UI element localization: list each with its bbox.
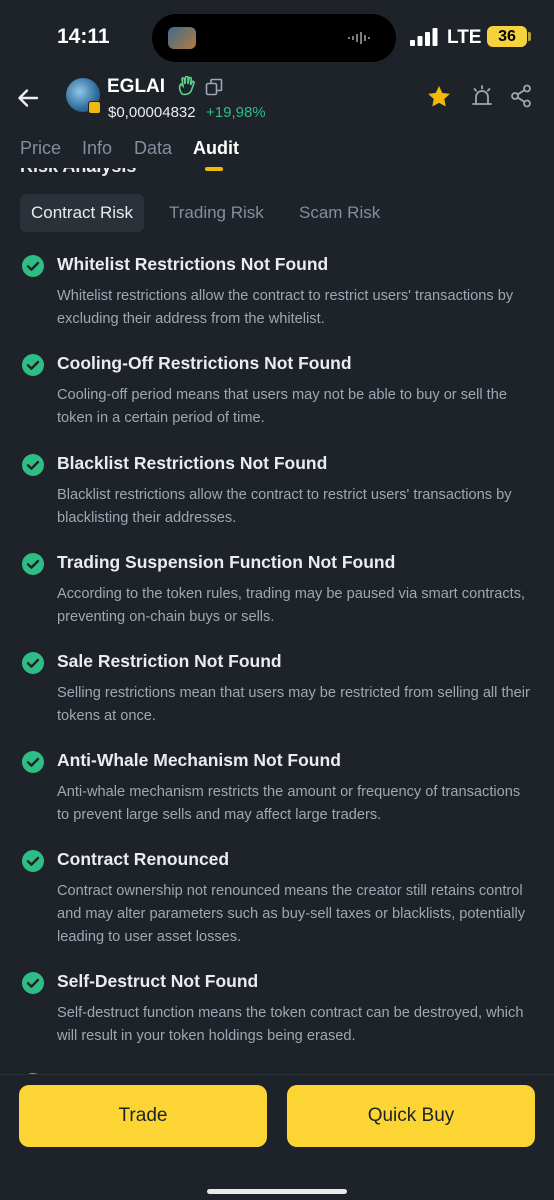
risk-description: Selling restrictions mean that users may… <box>57 685 530 724</box>
check-circle-icon <box>22 972 44 994</box>
quick-buy-button[interactable]: Quick Buy <box>287 1085 535 1147</box>
price-change: +19,98% <box>206 104 266 121</box>
risk-title: Cooling-Off Restrictions Not Found <box>57 353 352 373</box>
risk-description: Anti-whale mechanism restricts the amoun… <box>57 784 521 823</box>
tab-data[interactable]: Data <box>134 138 172 159</box>
risk-title: Trading Suspension Function Not Found <box>57 552 396 572</box>
battery-icon: 36 <box>487 26 527 47</box>
risk-description: Contract ownership not renounced means t… <box>57 883 526 945</box>
risk-title: Sale Restriction Not Found <box>57 651 282 671</box>
copy-icon[interactable] <box>205 78 223 96</box>
risk-title: Blacklist Restrictions Not Found <box>57 453 328 473</box>
risk-description: According to the token rules, trading ma… <box>57 586 526 625</box>
risk-description: Self-destruct function means the token c… <box>57 1005 524 1044</box>
tab-contract-risk[interactable]: Contract Risk <box>20 194 145 232</box>
check-circle-icon <box>22 850 44 872</box>
audio-wave-icon <box>348 32 370 44</box>
check-circle-icon <box>22 751 44 773</box>
waving-hand-icon <box>178 76 195 96</box>
risk-description: Cooling-off period means that users may … <box>57 387 507 426</box>
section-title-clip: Risk Analysis <box>20 168 320 180</box>
risk-tabs: Contract Risk Trading Risk Scam Risk <box>20 194 540 232</box>
tab-audit[interactable]: Audit <box>193 138 239 159</box>
check-circle-icon <box>22 652 44 674</box>
risk-title: Whitelist Restrictions Not Found <box>57 254 329 274</box>
status-bar: 14:11 LTE 36 <box>0 0 554 74</box>
check-circle-icon <box>22 454 44 476</box>
risk-title: Contract Renounced <box>57 849 230 869</box>
tab-trading-risk[interactable]: Trading Risk <box>158 194 275 232</box>
risk-description: Blacklist restrictions allow the contrac… <box>57 487 512 526</box>
arrow-left-icon[interactable] <box>16 86 40 110</box>
dynamic-island <box>152 14 396 62</box>
tab-scam-risk[interactable]: Scam Risk <box>288 194 391 232</box>
battery-tip <box>528 32 531 41</box>
check-circle-icon <box>22 255 44 277</box>
status-time: 14:11 <box>57 25 110 48</box>
trade-button[interactable]: Trade <box>19 1085 267 1147</box>
token-price: $0,00004832 <box>108 104 196 121</box>
chain-badge-icon <box>88 101 101 114</box>
network-type: LTE <box>447 27 482 48</box>
star-icon[interactable] <box>426 84 452 110</box>
risk-title: Anti-Whale Mechanism Not Found <box>57 750 341 770</box>
token-name: EGLAI <box>107 76 166 97</box>
risk-title: Self-Destruct Not Found <box>57 971 259 991</box>
check-circle-icon <box>22 354 44 376</box>
signal-icon <box>410 28 438 46</box>
tab-info[interactable]: Info <box>82 138 112 159</box>
risk-description: Whitelist restrictions allow the contrac… <box>57 288 514 327</box>
alert-icon[interactable] <box>470 84 494 108</box>
tab-price[interactable]: Price <box>20 138 61 159</box>
home-indicator[interactable] <box>207 1189 347 1194</box>
section-title: Risk Analysis <box>20 168 136 177</box>
share-icon[interactable] <box>510 84 532 108</box>
action-footer: Trade Quick Buy <box>0 1074 554 1200</box>
check-circle-icon <box>22 553 44 575</box>
token-header: EGLAI $0,00004832 +19,98% <box>0 74 554 124</box>
media-thumbnail <box>168 27 196 49</box>
